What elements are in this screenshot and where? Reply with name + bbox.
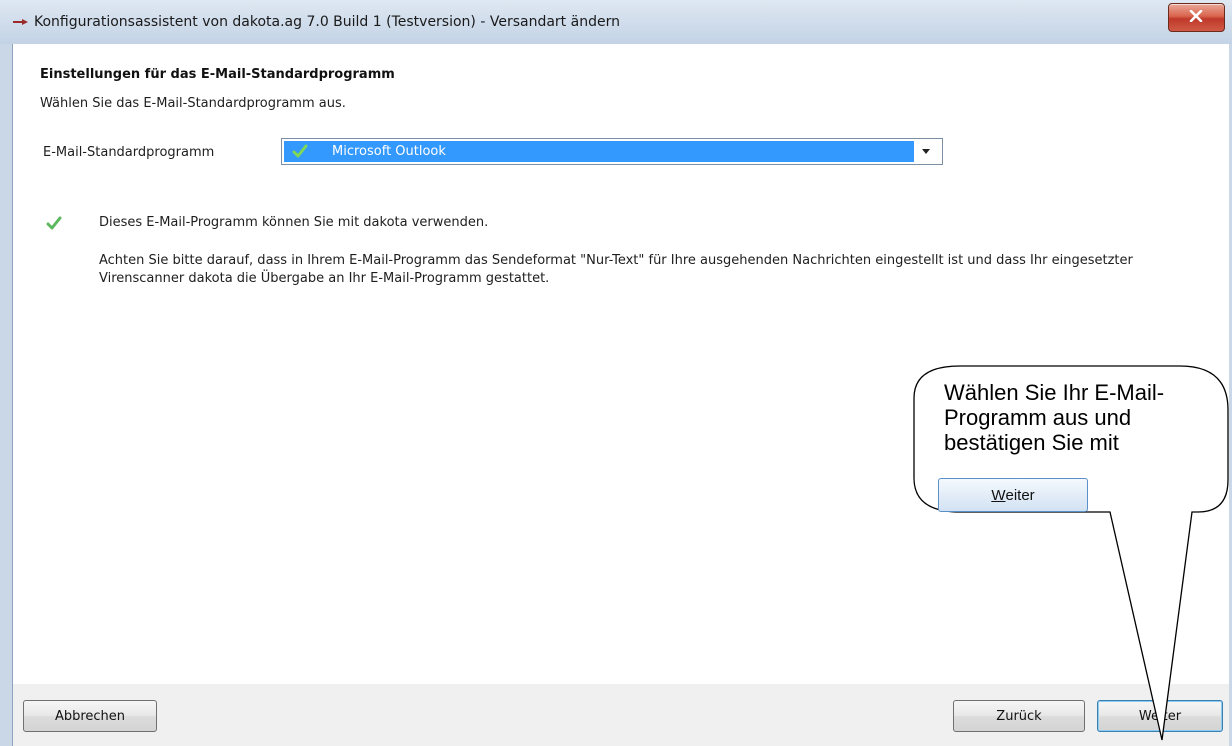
callout-button-accelerator: W	[991, 486, 1006, 504]
callout-next-button-illustration: Weiter	[938, 478, 1088, 512]
cancel-button[interactable]: Abbrechen	[23, 700, 157, 732]
window-title: Konfigurationsassistent von dakota.ag 7.…	[34, 14, 620, 30]
check-icon	[46, 216, 62, 230]
title-bar: Konfigurationsassistent von dakota.ag 7.…	[0, 0, 1232, 44]
check-icon	[292, 144, 308, 158]
status-note: Achten Sie bitte darauf, dass in Ihrem E…	[99, 253, 1133, 286]
button-bar: Abbrechen Zurück Weiter	[13, 684, 1229, 746]
email-program-select[interactable]: Microsoft Outlook	[281, 138, 943, 165]
email-program-label: E-Mail-Standardprogramm	[43, 145, 215, 160]
dropdown-arrow-icon[interactable]	[922, 149, 930, 154]
callout-button-label: eiter	[1005, 486, 1035, 504]
status-message: Dieses E-Mail-Programm können Sie mit da…	[99, 215, 489, 230]
app-arrow-icon	[13, 19, 28, 25]
next-button[interactable]: Weiter	[1097, 700, 1223, 732]
back-button[interactable]: Zurück	[953, 700, 1085, 732]
window-frame-left	[0, 44, 12, 746]
selected-option: Microsoft Outlook	[284, 141, 914, 162]
callout-text: Wählen Sie Ihr E-Mail- Programm aus und …	[944, 380, 1165, 455]
close-icon	[1189, 10, 1203, 22]
intro-text: Wählen Sie das E-Mail-Standardprogramm a…	[40, 96, 346, 111]
close-button[interactable]	[1168, 3, 1225, 32]
section-title: Einstellungen für das E-Mail-Standardpro…	[40, 67, 395, 82]
selected-option-label: Microsoft Outlook	[332, 144, 446, 159]
